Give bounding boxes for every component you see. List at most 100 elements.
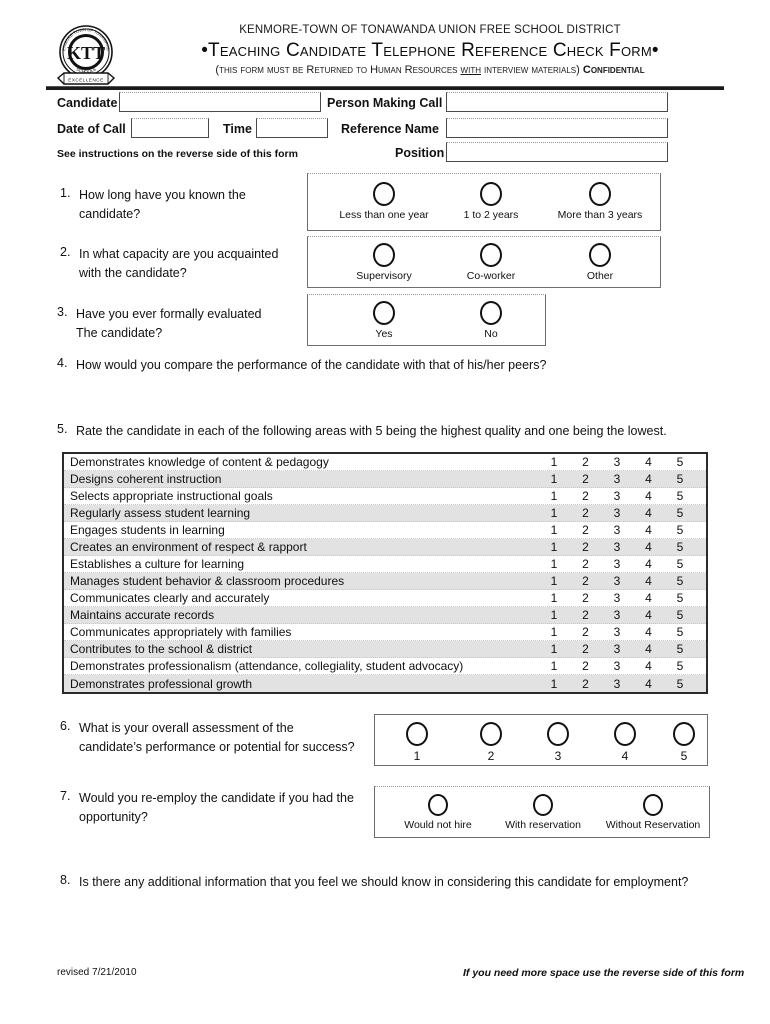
rating-option-4[interactable]: 4: [637, 642, 661, 656]
rating-option-2[interactable]: 2: [574, 523, 598, 537]
q1-option-2[interactable]: More than 3 years: [540, 182, 660, 221]
rating-option-4[interactable]: 4: [637, 455, 661, 469]
rating-option-5[interactable]: 5: [668, 523, 692, 537]
q1-option-1[interactable]: 1 to 2 years: [436, 182, 546, 221]
q6-option-0[interactable]: 1: [391, 722, 443, 763]
q6-option-4[interactable]: 5: [658, 722, 710, 763]
rating-option-1[interactable]: 1: [542, 659, 566, 673]
q2-option-1[interactable]: Co-worker: [436, 243, 546, 282]
question-4-answer-area[interactable]: [76, 378, 696, 418]
rating-option-1[interactable]: 1: [542, 608, 566, 622]
rating-option-4[interactable]: 4: [637, 625, 661, 639]
reference-name-input[interactable]: [446, 118, 668, 138]
q2-radio-0[interactable]: [373, 243, 395, 267]
rating-option-2[interactable]: 2: [574, 489, 598, 503]
rating-option-5[interactable]: 5: [668, 659, 692, 673]
rating-option-3[interactable]: 3: [605, 540, 629, 554]
rating-option-4[interactable]: 4: [637, 574, 661, 588]
rating-option-5[interactable]: 5: [668, 472, 692, 486]
q3-radio-0[interactable]: [373, 301, 395, 325]
date-of-call-input[interactable]: [131, 118, 209, 138]
rating-option-4[interactable]: 4: [637, 472, 661, 486]
rating-option-3[interactable]: 3: [605, 506, 629, 520]
rating-option-5[interactable]: 5: [668, 625, 692, 639]
rating-option-5[interactable]: 5: [668, 557, 692, 571]
rating-option-2[interactable]: 2: [574, 455, 598, 469]
person-making-call-input[interactable]: [446, 92, 668, 112]
rating-option-3[interactable]: 3: [605, 642, 629, 656]
q7-radio-0[interactable]: [428, 794, 448, 816]
q7-option-0[interactable]: Would not hire: [385, 794, 491, 831]
rating-option-5[interactable]: 5: [668, 642, 692, 656]
q6-option-3[interactable]: 4: [599, 722, 651, 763]
candidate-input[interactable]: [119, 92, 321, 112]
rating-option-2[interactable]: 2: [574, 472, 598, 486]
rating-option-5[interactable]: 5: [668, 489, 692, 503]
q6-radio-2[interactable]: [547, 722, 569, 746]
rating-option-2[interactable]: 2: [574, 557, 598, 571]
rating-option-2[interactable]: 2: [574, 608, 598, 622]
q2-radio-1[interactable]: [480, 243, 502, 267]
rating-option-5[interactable]: 5: [668, 540, 692, 554]
rating-option-1[interactable]: 1: [542, 642, 566, 656]
q6-radio-3[interactable]: [614, 722, 636, 746]
rating-option-2[interactable]: 2: [574, 677, 598, 691]
rating-option-1[interactable]: 1: [542, 557, 566, 571]
rating-option-3[interactable]: 3: [605, 455, 629, 469]
q7-radio-2[interactable]: [643, 794, 663, 816]
position-input[interactable]: [446, 142, 668, 162]
rating-option-1[interactable]: 1: [542, 523, 566, 537]
q3-radio-1[interactable]: [480, 301, 502, 325]
rating-option-1[interactable]: 1: [542, 472, 566, 486]
rating-option-1[interactable]: 1: [542, 574, 566, 588]
q6-option-2[interactable]: 3: [532, 722, 584, 763]
rating-option-1[interactable]: 1: [542, 540, 566, 554]
rating-option-2[interactable]: 2: [574, 625, 598, 639]
rating-option-2[interactable]: 2: [574, 540, 598, 554]
rating-option-4[interactable]: 4: [637, 540, 661, 554]
q1-option-0[interactable]: Less than one year: [322, 182, 446, 221]
q6-option-1[interactable]: 2: [465, 722, 517, 763]
q1-radio-1[interactable]: [480, 182, 502, 206]
q1-radio-0[interactable]: [373, 182, 395, 206]
rating-option-4[interactable]: 4: [637, 506, 661, 520]
rating-option-4[interactable]: 4: [637, 489, 661, 503]
rating-option-2[interactable]: 2: [574, 506, 598, 520]
rating-option-2[interactable]: 2: [574, 642, 598, 656]
rating-option-5[interactable]: 5: [668, 506, 692, 520]
rating-option-4[interactable]: 4: [637, 591, 661, 605]
rating-option-4[interactable]: 4: [637, 608, 661, 622]
q2-radio-2[interactable]: [589, 243, 611, 267]
q3-option-0[interactable]: Yes: [322, 301, 446, 340]
rating-option-3[interactable]: 3: [605, 489, 629, 503]
q2-option-0[interactable]: Supervisory: [322, 243, 446, 282]
rating-option-1[interactable]: 1: [542, 625, 566, 639]
q7-option-1[interactable]: With reservation: [489, 794, 597, 831]
q2-option-2[interactable]: Other: [540, 243, 660, 282]
rating-option-3[interactable]: 3: [605, 659, 629, 673]
q6-radio-4[interactable]: [673, 722, 695, 746]
rating-option-5[interactable]: 5: [668, 608, 692, 622]
rating-option-1[interactable]: 1: [542, 677, 566, 691]
q6-radio-0[interactable]: [406, 722, 428, 746]
q7-option-2[interactable]: Without Reservation: [595, 794, 711, 831]
rating-option-4[interactable]: 4: [637, 659, 661, 673]
q1-radio-2[interactable]: [589, 182, 611, 206]
rating-option-4[interactable]: 4: [637, 557, 661, 571]
rating-option-5[interactable]: 5: [668, 591, 692, 605]
rating-option-4[interactable]: 4: [637, 523, 661, 537]
rating-option-2[interactable]: 2: [574, 659, 598, 673]
rating-option-3[interactable]: 3: [605, 574, 629, 588]
rating-option-2[interactable]: 2: [574, 574, 598, 588]
rating-option-3[interactable]: 3: [605, 472, 629, 486]
rating-option-3[interactable]: 3: [605, 608, 629, 622]
rating-option-1[interactable]: 1: [542, 455, 566, 469]
rating-option-1[interactable]: 1: [542, 506, 566, 520]
q6-radio-1[interactable]: [480, 722, 502, 746]
question-8-answer-area[interactable]: [79, 895, 709, 953]
rating-option-3[interactable]: 3: [605, 677, 629, 691]
q3-option-1[interactable]: No: [436, 301, 546, 340]
rating-option-3[interactable]: 3: [605, 557, 629, 571]
rating-option-5[interactable]: 5: [668, 677, 692, 691]
rating-option-4[interactable]: 4: [637, 677, 661, 691]
